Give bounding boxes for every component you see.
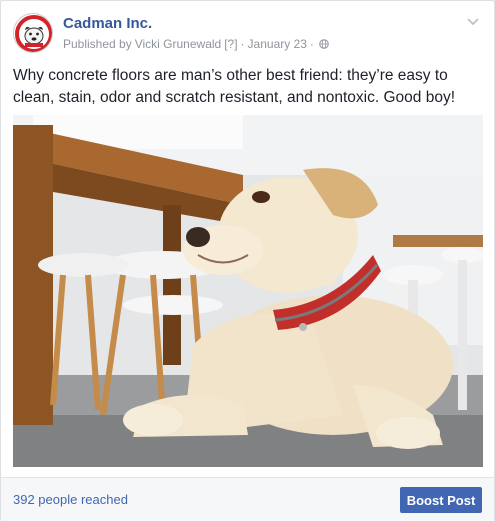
dog-photo <box>13 115 483 467</box>
page-name-link[interactable]: Cadman Inc. <box>63 15 152 32</box>
page-avatar[interactable] <box>13 13 53 53</box>
meta-separator: · <box>309 37 314 51</box>
boost-post-button[interactable]: Boost Post <box>400 487 482 513</box>
post-card: Cadman Inc. Published by Vicki Grunewald… <box>0 0 495 521</box>
reach-count-link[interactable]: 392 people reached <box>13 492 128 507</box>
post-header: Cadman Inc. Published by Vicki Grunewald… <box>13 11 484 57</box>
author-name[interactable]: Vicki Grunewald <box>135 37 221 51</box>
post-photo[interactable] <box>13 115 483 467</box>
post-text: Why concrete floors are man’s other best… <box>13 67 456 106</box>
meta-separator: · <box>240 37 245 51</box>
published-prefix: Published by <box>63 37 132 51</box>
help-marker[interactable]: [?] <box>224 37 237 51</box>
globe-icon[interactable] <box>319 39 329 49</box>
chevron-down-icon[interactable] <box>466 17 480 27</box>
post-meta: Published by Vicki Grunewald [?] · Janua… <box>63 37 329 51</box>
post-footer: 392 people reached Boost Post <box>1 477 494 521</box>
post-date[interactable]: January 23 <box>248 37 307 51</box>
cadman-logo-icon <box>15 15 52 52</box>
